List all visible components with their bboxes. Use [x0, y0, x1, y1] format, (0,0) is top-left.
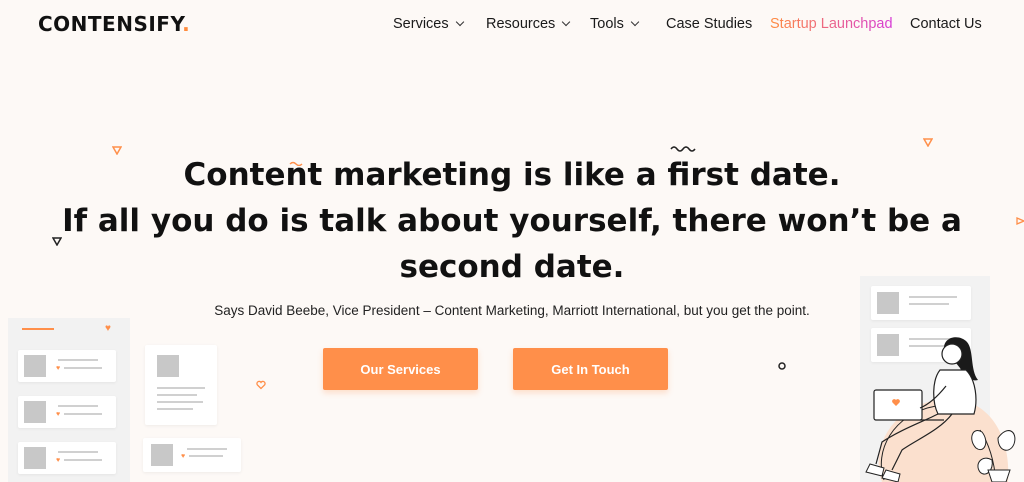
nav-item-services[interactable]: Services [393, 16, 464, 32]
heart-icon: ♥ [56, 365, 61, 372]
heart-icon [256, 380, 266, 390]
nav-label: Tools [590, 16, 624, 32]
chevron-down-icon [562, 17, 571, 27]
nav-item-startup-launchpad[interactable]: Startup Launchpad [770, 16, 893, 32]
nav-label: Case Studies [666, 16, 753, 32]
card-thumbnail [877, 292, 899, 314]
card-thumbnail [24, 447, 46, 469]
text-line [909, 303, 949, 305]
our-services-button[interactable]: Our Services [323, 348, 478, 390]
nav-label: Resources [486, 16, 556, 32]
heart-icon: ♥ [105, 323, 111, 334]
content-card [871, 286, 971, 320]
content-card-illustration: ♥ [143, 438, 241, 472]
nav-label: Startup Launchpad [770, 16, 893, 32]
text-line [58, 405, 98, 407]
content-panel-illustration: ♥ ♥ ♥ ♥ [8, 318, 130, 482]
get-in-touch-button[interactable]: Get In Touch [513, 348, 668, 390]
text-line [157, 401, 203, 403]
chevron-down-icon [630, 17, 640, 27]
heart-icon: ♥ [56, 457, 61, 464]
chevron-down-icon [455, 17, 464, 27]
text-line [64, 367, 102, 369]
person-with-laptop-illustration [865, 337, 1016, 482]
nav-label: Contact Us [910, 16, 982, 32]
card-thumbnail [24, 401, 46, 423]
panel-accent-line [22, 328, 54, 330]
text-line [189, 455, 223, 457]
nav-item-contact-us[interactable]: Contact Us [910, 16, 982, 32]
circle-icon [778, 362, 786, 370]
triangle-icon [923, 138, 933, 147]
main-nav: Services Resources Tools Case Studies St… [0, 16, 1024, 36]
text-line [157, 394, 197, 396]
card-thumbnail [24, 355, 46, 377]
article-card-illustration [145, 345, 217, 425]
hero-title: Content marketing is like a first date. … [0, 152, 1024, 290]
text-line [58, 451, 98, 453]
content-card: ♥ [18, 396, 116, 428]
text-line [58, 359, 98, 361]
card-thumbnail [157, 355, 179, 377]
text-line [909, 296, 957, 298]
content-card: ♥ [18, 442, 116, 474]
text-line [64, 413, 102, 415]
heart-icon: ♥ [181, 453, 186, 460]
nav-item-tools[interactable]: Tools [590, 16, 640, 32]
nav-item-resources[interactable]: Resources [486, 16, 571, 32]
text-line [157, 408, 193, 410]
heart-icon: ♥ [56, 411, 61, 418]
content-card: ♥ [18, 350, 116, 382]
hero-title-line: If all you do is talk about yourself, th… [62, 203, 962, 239]
site-header: CONTENSIFY. Services Resources Tools Cas… [0, 0, 1024, 50]
text-line [187, 448, 227, 450]
nav-item-case-studies[interactable]: Case Studies [666, 16, 752, 32]
squiggle-icon [670, 146, 696, 152]
hero-title-line: Content marketing is like a first date. [183, 157, 841, 193]
text-line [64, 459, 102, 461]
nav-label: Services [393, 16, 449, 32]
card-thumbnail [151, 444, 173, 466]
text-line [157, 387, 205, 389]
